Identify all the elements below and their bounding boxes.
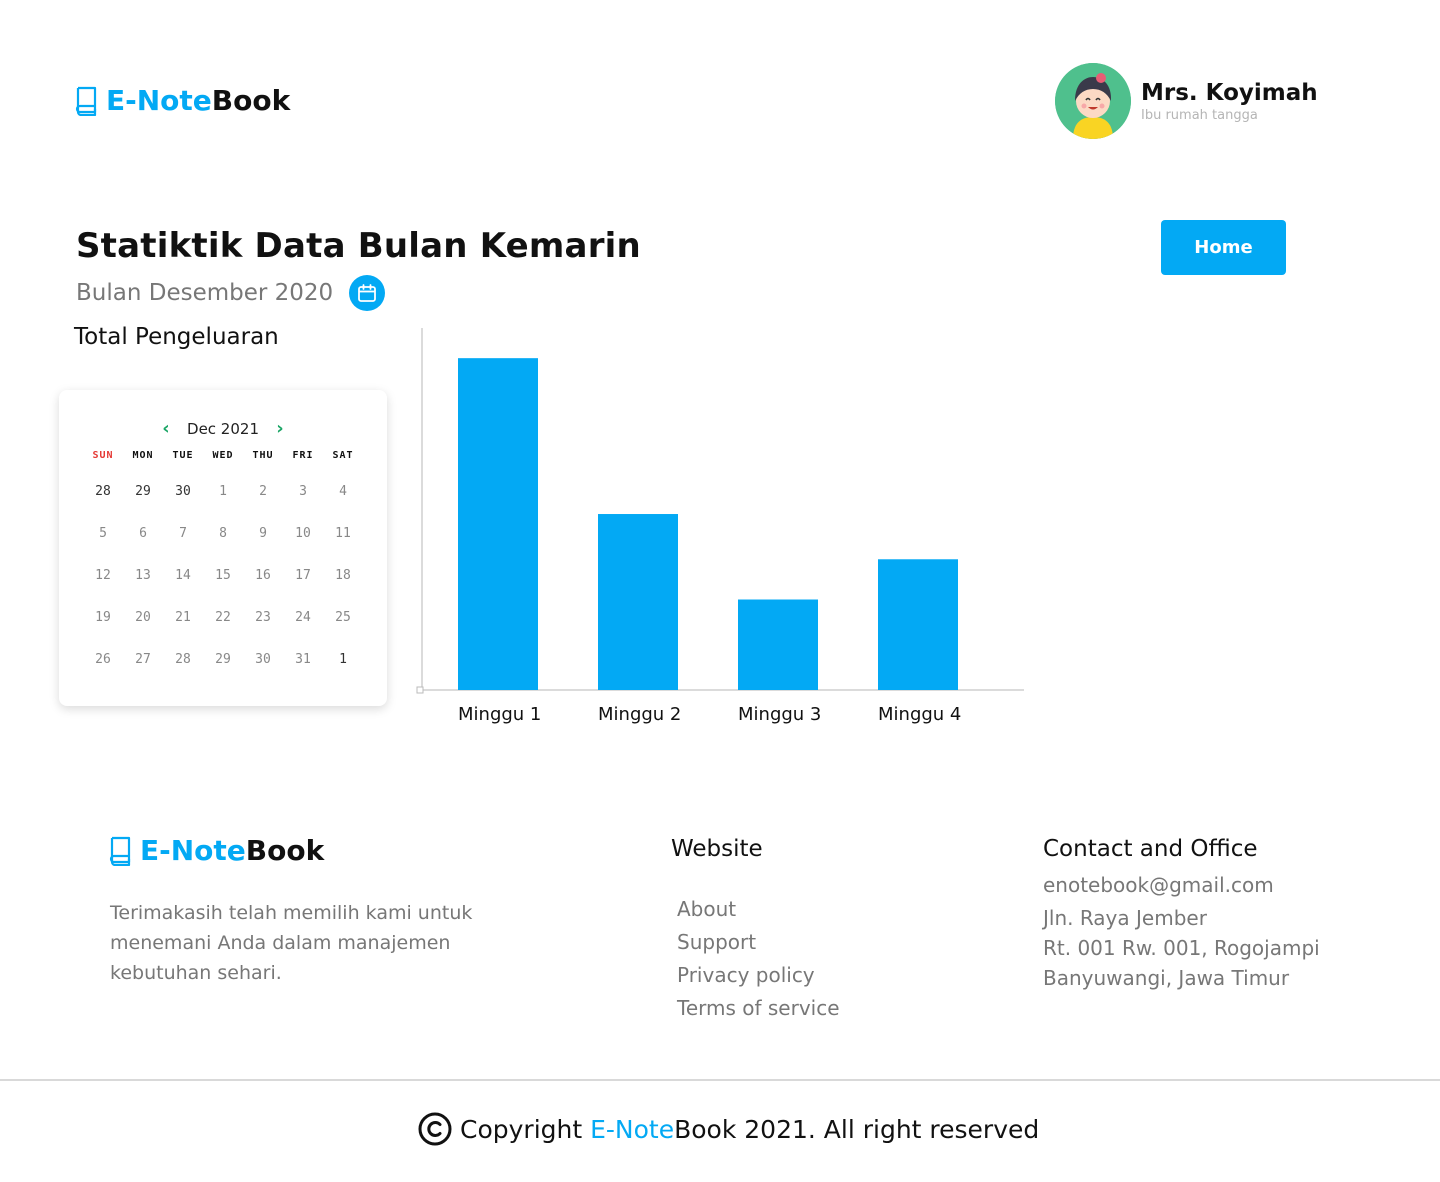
logo-text-accent: E-Note [106, 84, 212, 117]
footer-contact: enotebook@gmail.com Jln. Raya Jember Rt.… [1043, 870, 1320, 993]
calendar-day[interactable]: 3 [283, 470, 323, 512]
footer-link-privacy[interactable]: Privacy policy [677, 959, 840, 992]
footer-logo-text-dark: Book [245, 834, 325, 867]
contact-address-line: Rt. 001 Rw. 001, Rogojampi [1043, 936, 1320, 960]
chart-x-tick-label: Minggu 2 [598, 704, 681, 725]
chart-x-tick-label: Minggu 4 [878, 704, 961, 725]
copyright-brand-rest: Book 2021. All right reserved [674, 1114, 1040, 1144]
copyright: Copyright E-NoteBook 2021. All right res… [418, 1112, 1039, 1146]
calendar-grid: SUN MON TUE WED THU FRI SAT 28 29 30 1 2 3 4 5 6 7 8 9 10 11… [83, 450, 363, 680]
calendar-day[interactable]: 13 [123, 554, 163, 596]
calendar-day[interactable]: 30 [243, 638, 283, 680]
footer-link-terms[interactable]: Terms of service [677, 992, 840, 1025]
footer-link-about[interactable]: About [677, 893, 840, 926]
calendar-day[interactable]: 10 [283, 512, 323, 554]
footer-link-support[interactable]: Support [677, 926, 840, 959]
footer-contact-heading: Contact and Office [1043, 836, 1258, 862]
calendar-day[interactable]: 28 [83, 470, 123, 512]
calendar-day[interactable]: 28 [163, 638, 203, 680]
calendar-day[interactable]: 5 [83, 512, 123, 554]
calendar-day[interactable]: 1 [203, 470, 243, 512]
footer-website-heading: Website [671, 836, 763, 862]
avatar-illustration-icon [1055, 63, 1131, 139]
header-logo[interactable]: E-NoteBook [74, 84, 290, 117]
bar-chart-svg: Minggu 1 Minggu 2 Minggu 3 Minggu 4 [416, 328, 1024, 725]
calendar-day[interactable]: 9 [243, 512, 283, 554]
user-role: Ibu rumah tangga [1141, 107, 1258, 123]
calendar-day[interactable]: 14 [163, 554, 203, 596]
contact-address-line: Banyuwangi, Jawa Timur [1043, 966, 1290, 990]
calendar-day[interactable]: 21 [163, 596, 203, 638]
calendar-day[interactable]: 15 [203, 554, 243, 596]
book-icon [75, 86, 97, 116]
section-label: Total Pengeluaran [74, 324, 279, 350]
calendar-day[interactable]: 2 [243, 470, 283, 512]
book-icon [109, 836, 131, 866]
home-button[interactable]: Home [1161, 220, 1286, 275]
calendar-icon [358, 284, 377, 302]
expense-bar-chart: Minggu 1 Minggu 2 Minggu 3 Minggu 4 [410, 320, 1030, 740]
footer-divider [0, 1079, 1440, 1081]
axis-origin-marker [416, 686, 424, 694]
calendar-day[interactable]: 19 [83, 596, 123, 638]
calendar-weekday: FRI [292, 450, 314, 461]
chart-x-tick-label: Minggu 1 [458, 704, 541, 725]
calendar-button[interactable] [349, 275, 386, 311]
chevron-right-icon[interactable]: › [273, 418, 287, 439]
calendar-day[interactable]: 26 [83, 638, 123, 680]
footer-description: Terimakasih telah memilih kami untuk men… [110, 902, 473, 984]
calendar-weekday: TUE [172, 450, 194, 461]
calendar-weekday: WED [212, 450, 234, 461]
avatar [1055, 63, 1131, 139]
calendar-weekday: SUN [92, 450, 114, 461]
copyright-icon [418, 1112, 452, 1146]
logo-text-dark: Book [211, 84, 291, 117]
page-title: Statiktik Data Bulan Kemarin [76, 226, 641, 266]
calendar-day[interactable]: 16 [243, 554, 283, 596]
calendar-day[interactable]: 29 [123, 470, 163, 512]
calendar-day[interactable]: 25 [323, 596, 363, 638]
copyright-brand-accent: E-Note [590, 1114, 675, 1144]
calendar-day[interactable]: 6 [123, 512, 163, 554]
calendar-day[interactable]: 12 [83, 554, 123, 596]
chart-bar [878, 559, 958, 690]
contact-address-line: Jln. Raya Jember [1043, 906, 1207, 930]
calendar-weekday: THU [252, 450, 274, 461]
user-name: Mrs. Koyimah [1141, 79, 1318, 106]
calendar-month-label: Dec 2021 [187, 419, 259, 438]
chart-x-tick-label: Minggu 3 [738, 704, 821, 725]
footer-logo[interactable]: E-NoteBook [108, 834, 324, 867]
calendar-day[interactable]: 24 [283, 596, 323, 638]
calendar-day[interactable]: 20 [123, 596, 163, 638]
calendar-header: ‹ Dec 2021 › [59, 418, 387, 439]
footer-logo-text-accent: E-Note [140, 834, 246, 867]
calendar-weekday: SAT [332, 450, 354, 461]
calendar-widget: ‹ Dec 2021 › SUN MON TUE WED THU FRI SAT 28 29 30… [59, 390, 387, 706]
month-selector: Bulan Desember 2020 [76, 275, 386, 311]
calendar-day[interactable]: 18 [323, 554, 363, 596]
calendar-day[interactable]: 22 [203, 596, 243, 638]
calendar-day[interactable]: 29 [203, 638, 243, 680]
calendar-day[interactable]: 8 [203, 512, 243, 554]
calendar-day[interactable]: 1 [323, 638, 363, 680]
calendar-day[interactable]: 11 [323, 512, 363, 554]
month-label: Bulan Desember 2020 [76, 280, 334, 306]
calendar-day[interactable]: 4 [323, 470, 363, 512]
chart-bar [738, 599, 818, 690]
chart-bar [598, 514, 678, 690]
calendar-day[interactable]: 23 [243, 596, 283, 638]
calendar-day[interactable]: 30 [163, 470, 203, 512]
calendar-day[interactable]: 27 [123, 638, 163, 680]
user-profile[interactable]: Mrs. Koyimah Ibu rumah tangga [1055, 63, 1318, 139]
chart-bar [458, 358, 538, 690]
footer-links: About Support Privacy policy Terms of se… [677, 893, 840, 1025]
chevron-left-icon[interactable]: ‹ [159, 418, 173, 439]
calendar-weekday: MON [132, 450, 154, 461]
calendar-day[interactable]: 7 [163, 512, 203, 554]
calendar-day[interactable]: 17 [283, 554, 323, 596]
contact-email[interactable]: enotebook@gmail.com [1043, 870, 1320, 900]
copyright-prefix: Copyright [460, 1114, 583, 1144]
calendar-day[interactable]: 31 [283, 638, 323, 680]
